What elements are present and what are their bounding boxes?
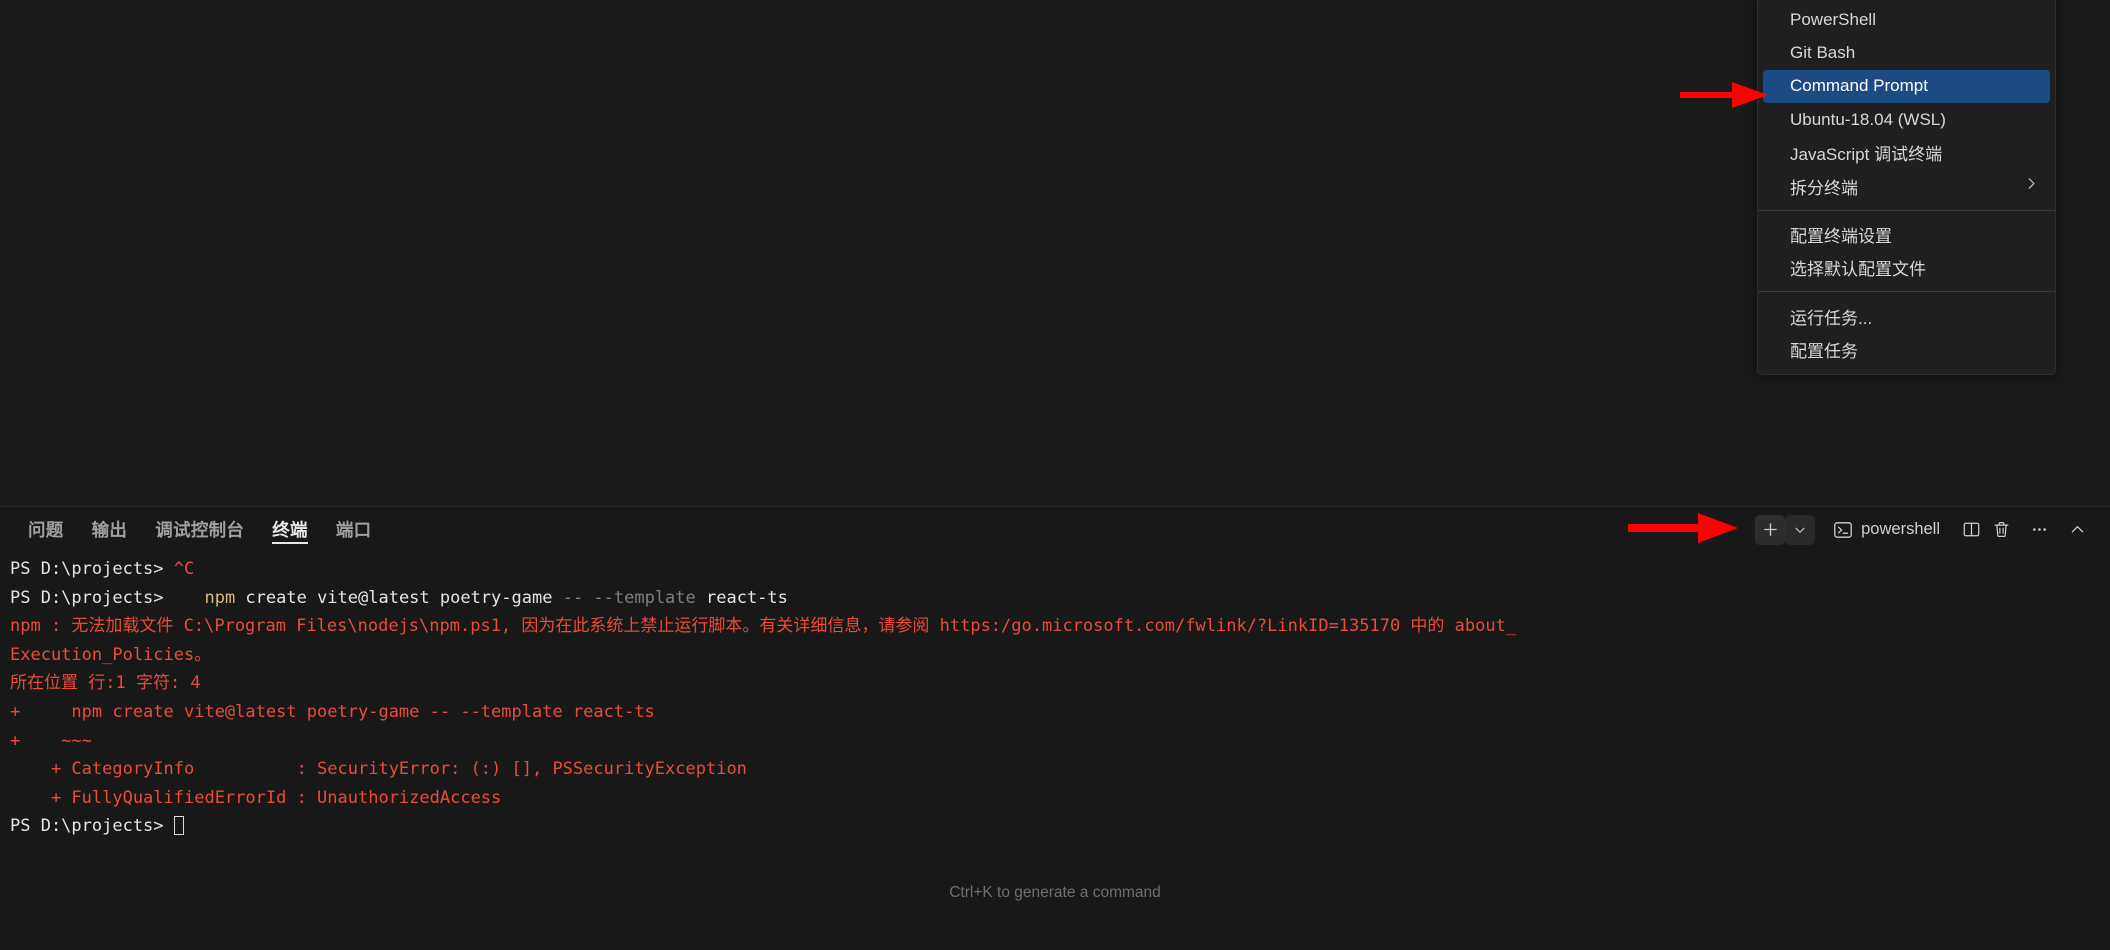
split-terminal-button[interactable] [1956, 515, 1986, 545]
menu-item-git-bash[interactable]: Git Bash [1758, 36, 2055, 69]
panel-tab-list: 问题 输出 调试控制台 终端 端口 [0, 507, 385, 552]
chevron-right-icon [2024, 176, 2039, 196]
terminal-line: Execution_Policies。 [10, 641, 2100, 670]
menu-item-powershell[interactable]: PowerShell [1758, 3, 2055, 36]
trash-icon [1994, 522, 2008, 537]
menu-item-配置任务[interactable]: 配置任务 [1758, 333, 2055, 366]
terminal-text: create vite@latest poetry-game [235, 587, 563, 608]
collapse-panel-button[interactable] [2062, 515, 2092, 545]
menu-item-label: JavaScript 调试终端 [1790, 145, 1943, 165]
terminal-text: + CategoryInfo : SecurityError: (:) [], … [10, 759, 747, 780]
vscode-window: 问题 输出 调试控制台 终端 端口 powershell PS D:\proje… [0, 0, 2110, 950]
tab-ports-label: 端口 [335, 520, 372, 540]
new-terminal-button[interactable] [1755, 514, 1786, 545]
menu-item-拆分终端[interactable]: 拆分终端 [1758, 169, 2055, 202]
terminal-line: PS D:\projects> ^C [10, 555, 2100, 584]
panel-action-bar: powershell [1755, 507, 2096, 552]
terminal-text: PS D:\projects> [10, 816, 174, 837]
menu-item-label: PowerShell [1790, 9, 1876, 29]
menu-item-选择默认配置文件[interactable]: 选择默认配置文件 [1758, 251, 2055, 284]
terminal-text: Execution_Policies。 [10, 644, 212, 665]
menu-separator [1758, 209, 2055, 211]
menu-item-label: Command Prompt [1790, 76, 1928, 96]
terminal-text: + ~~~ [10, 730, 92, 751]
tab-debug-console-label: 调试控制台 [155, 520, 245, 540]
plus-icon [1763, 523, 1777, 536]
terminal-line: 所在位置 行:1 字符: 4 [10, 669, 2100, 698]
tab-output-label: 输出 [91, 520, 128, 540]
terminal-line: + CategoryInfo : SecurityError: (:) [], … [10, 755, 2100, 784]
bottom-panel: 问题 输出 调试控制台 终端 端口 powershell PS D:\proje… [0, 506, 2110, 950]
terminal-line: + FullyQualifiedErrorId : UnauthorizedAc… [10, 784, 2100, 813]
terminal-text: -- --template [562, 587, 696, 608]
terminal-text: npm [204, 587, 236, 608]
tab-terminal[interactable]: 终端 [258, 507, 322, 552]
terminal-line: npm : 无法加载文件 C:\Program Files\nodejs\npm… [10, 612, 2100, 641]
menu-separator [1758, 291, 2055, 293]
menu-item-label: 配置终端设置 [1790, 226, 1892, 246]
menu-item-command-prompt[interactable]: Command Prompt [1763, 69, 2050, 103]
terminal-cursor [173, 816, 184, 836]
terminal-profile-context-menu[interactable]: PowerShell Git Bash Command Prompt Ubuntu-1… [1757, 0, 2056, 375]
terminal-line: PS D:\projects> [10, 812, 2100, 841]
menu-item-运行任务[interactable]: 运行任务... [1758, 299, 2055, 332]
split-editor-icon [1963, 522, 1979, 537]
terminal-line: PS D:\projects> npm create vite@latest p… [10, 584, 2100, 613]
tab-problems-label: 问题 [28, 520, 64, 540]
chevron-up-icon [2071, 526, 2083, 533]
more-actions-button[interactable] [2024, 515, 2054, 545]
kill-terminal-button[interactable] [1986, 515, 2016, 545]
menu-item-配置终端设置[interactable]: 配置终端设置 [1758, 218, 2055, 251]
menu-item-ubuntu-18-04-wsl[interactable]: Ubuntu-18.04 (WSL) [1758, 103, 2055, 136]
menu-item-label: Git Bash [1790, 42, 1856, 62]
tab-ports[interactable]: 端口 [322, 507, 386, 552]
terminal-text: 所在位置 行:1 字符: 4 [10, 673, 201, 694]
panel-header: 问题 输出 调试控制台 终端 端口 powershell [0, 507, 2110, 552]
menu-item-label: 选择默认配置文件 [1790, 260, 1926, 280]
menu-item-javascript-调试终端[interactable]: JavaScript 调试终端 [1758, 136, 2055, 169]
new-terminal-dropdown-button[interactable] [1785, 514, 1816, 545]
terminal-text: ^C [173, 559, 195, 579]
terminal-text: PS D:\projects> [10, 587, 205, 608]
active-terminal-label: powershell [1861, 520, 1940, 538]
terminal-text: PS D:\projects> [10, 559, 174, 579]
terminal-text: react-ts [695, 587, 788, 608]
active-terminal-entry[interactable]: powershell [1833, 520, 1940, 540]
terminal-text: npm : 无法加载文件 C:\Program Files\nodejs\npm… [10, 616, 1517, 637]
tab-problems[interactable]: 问题 [14, 507, 78, 552]
terminal-output[interactable]: PS D:\projects> ^C PS D:\projects> npm cr… [0, 552, 2110, 950]
chevron-down-icon [1795, 527, 1805, 533]
terminal-icon [1834, 521, 1852, 538]
menu-item-label: Ubuntu-18.04 (WSL) [1790, 109, 1946, 129]
menu-item-label: 配置任务 [1790, 341, 1858, 361]
terminal-text: + FullyQualifiedErrorId : UnauthorizedAc… [10, 787, 502, 808]
terminal-line: + npm create vite@latest poetry-game -- … [10, 698, 2100, 727]
ellipsis-icon [2032, 528, 2046, 531]
tab-terminal-label: 终端 [272, 520, 308, 540]
terminal-line: + ~~~ [10, 727, 2100, 756]
menu-item-label: 拆分终端 [1790, 178, 1858, 198]
menu-item-label: 运行任务... [1790, 308, 1873, 328]
terminal-text: + npm create vite@latest poetry-game -- … [10, 701, 655, 722]
tab-output[interactable]: 输出 [78, 507, 142, 552]
tab-debug-console[interactable]: 调试控制台 [141, 507, 258, 552]
